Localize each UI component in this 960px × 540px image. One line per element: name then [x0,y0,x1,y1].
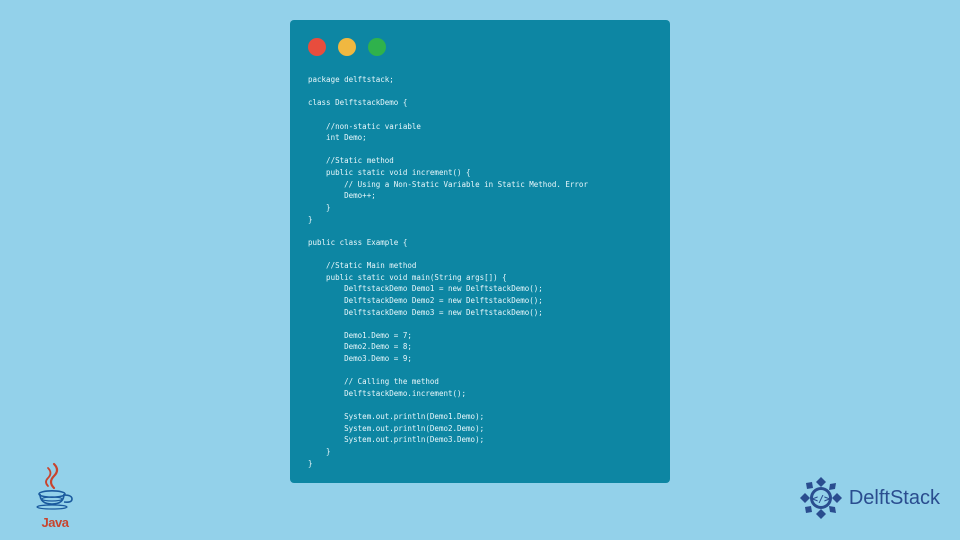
java-cup-icon [34,462,76,510]
delftstack-logo: </> DelftStack [799,476,940,520]
svg-text:</>: </> [812,494,830,505]
code-window: package delftstack; class DelftstackDemo… [290,20,670,483]
minimize-icon [338,38,356,56]
delftstack-logo-text: DelftStack [849,487,940,510]
maximize-icon [368,38,386,56]
delftstack-icon: </> [799,476,843,520]
java-logo-text: Java [30,515,80,530]
traffic-lights [308,38,652,56]
close-icon [308,38,326,56]
java-logo: Java [30,462,80,530]
code-block: package delftstack; class DelftstackDemo… [308,74,652,469]
